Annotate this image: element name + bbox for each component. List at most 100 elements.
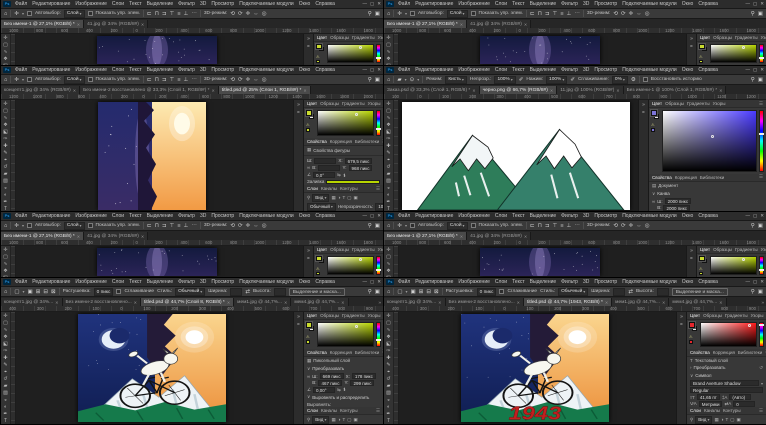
blur-tool-icon[interactable]: ◒ [4,397,7,403]
tab-close-icon[interactable]: ✕ [550,88,553,93]
gamut-warning-icon[interactable]: ⚠ [689,334,693,339]
panel-menu-icon[interactable]: ☰ [376,408,380,414]
color-panel-tab[interactable]: Узоры [751,313,764,318]
gamut-swatch[interactable] [306,340,310,344]
panel-menu-icon[interactable]: ☰ [759,174,763,180]
color-panel-tab[interactable]: Градиенты [352,247,375,252]
hue-slider-marker[interactable] [759,269,764,271]
foreground-color-swatch[interactable] [316,44,322,49]
crop-tool-icon[interactable]: ⬕ [386,275,391,277]
rectangular-marquee-tool-icon[interactable]: ▢ [386,320,391,326]
menu-type[interactable]: Текст [511,213,526,219]
move-tool-icon[interactable]: ✛ [14,77,19,83]
crop-tool-icon[interactable]: ⬕ [3,341,8,347]
align-right-icon[interactable]: ⊐ [162,223,167,229]
gamut-swatch[interactable] [316,272,320,275]
marquee-tool-icon[interactable]: ▢ [14,289,19,295]
window-restore-button[interactable]: ▢ [370,1,374,7]
menu-window[interactable]: Окно [681,1,695,7]
antialias-checkbox[interactable] [499,289,504,294]
filter-pixel-layers-icon[interactable]: ▦ [331,417,335,423]
menu-select[interactable]: Выделение [146,279,175,285]
color-picker-marker[interactable] [359,258,362,261]
menu-filter[interactable]: Фильтр [177,279,196,285]
layers-panel-tab[interactable]: Контуры [340,186,358,191]
menu-layers[interactable]: Слои [494,279,508,285]
pen-tool-icon[interactable]: ✒ [386,199,390,205]
rectangular-marquee-tool-icon[interactable]: ▢ [3,42,8,48]
tab-close-icon[interactable]: ✕ [524,22,527,27]
canvas-area[interactable] [394,34,686,65]
menu-type[interactable]: Текст [511,67,526,73]
gradient-tool-icon[interactable]: ▨ [3,178,8,184]
window-restore-button[interactable]: ▢ [753,213,757,219]
align-center-icon[interactable]: ⊓ [538,11,542,17]
hue-slider-marker[interactable] [376,57,381,59]
foreground-color-swatch[interactable] [306,110,312,116]
document-tab[interactable]: Без имени-1 @ 27,1% (RGB/8) *✕ [1,232,84,240]
color-picker-marker[interactable] [742,46,745,49]
color-panel-tab[interactable]: Образцы [320,313,339,318]
window-close-button[interactable]: ✕ [760,67,764,73]
color-panel-tab[interactable]: Образцы [713,35,732,40]
gradient-tool-icon[interactable]: ▨ [386,390,391,396]
eyedropper-tool-icon[interactable]: ✑ [3,136,7,142]
fill-color-bar[interactable] [326,180,380,184]
filter-pixel-layers-icon[interactable]: ▦ [714,417,718,423]
filter-pixel-layers-icon[interactable]: ▦ [331,195,335,201]
3d-orbit-icon[interactable]: ⟲ [613,223,618,229]
align-middle-icon[interactable]: ≡ [560,11,563,17]
align-center-icon[interactable]: ⊓ [155,223,159,229]
menu-plugins[interactable]: Подключаемые модули [238,279,294,285]
autoselect-checkbox[interactable] [27,77,32,82]
home-icon[interactable]: ⌂ [4,289,7,295]
menu-view[interactable]: Просмотр [210,279,235,285]
workspace-switcher-icon[interactable]: ▣ [758,289,763,295]
menu-3d[interactable]: 3D [582,279,590,285]
width-input[interactable] [230,288,242,296]
pen-tool-icon[interactable]: ✒ [3,411,7,417]
color-picker-marker[interactable] [742,258,745,261]
tab-close-icon[interactable]: ✕ [662,300,665,305]
align-center-icon[interactable]: ⊓ [155,77,159,83]
window-minimize-button[interactable]: — [362,1,367,7]
align-middle-icon[interactable]: ≡ [560,223,563,229]
healing-brush-tool-icon[interactable]: ✚ [386,355,390,361]
window-close-button[interactable]: ✕ [377,213,381,219]
selection-intersect-icon[interactable]: ⊠ [51,289,56,295]
window-restore-button[interactable]: ▢ [753,279,757,285]
comments-icon[interactable]: ❞ [642,111,645,117]
menu-filter[interactable]: Фильтр [177,213,196,219]
color-panel-tab[interactable]: Узоры [368,101,381,106]
menu-filter[interactable]: Фильтр [177,1,196,7]
menu-window[interactable]: Окно [298,213,312,219]
link-dimensions-icon[interactable]: ∞ [307,165,310,170]
tracking-input[interactable]: 0 [733,401,755,407]
tab-close-icon[interactable]: ✕ [460,234,463,239]
feather-input[interactable]: 0 пикс [477,288,497,296]
autoselect-target-select[interactable]: Слой▾ [447,222,468,230]
document-tab[interactable]: мем1.jpg @ 44,7%...✕ [234,298,291,306]
hue-slider-marker[interactable] [759,57,764,59]
menu-filter[interactable]: Фильтр [177,67,196,73]
document-tab[interactable]: концепт1.jpg @ 34%...✕ [1,298,63,306]
menu-file[interactable]: Файл [14,67,28,73]
menu-plugins[interactable]: Подключаемые модули [621,67,677,73]
flip-horizontal-icon[interactable]: ⇋ [337,387,341,393]
selection-subtract-icon[interactable]: ⊟ [426,289,431,295]
eraser-tool-icon[interactable]: ▰ [397,77,401,83]
color-panel-tab[interactable]: Градиенты [342,313,365,318]
menu-filter[interactable]: Фильтр [560,213,579,219]
tab-close-icon[interactable]: ✕ [141,234,144,239]
collapse-panels-icon[interactable]: » [690,36,693,42]
menu-image[interactable]: Изображение [74,1,108,7]
mode-select[interactable]: Кисть▾ [445,76,467,84]
properties-panel-tab[interactable]: Библиотеки [355,139,379,144]
3d-roll-icon[interactable]: ⟳ [238,223,243,229]
menu-plugins[interactable]: Подключаемые модули [238,1,294,7]
menu-3d[interactable]: 3D [199,67,207,73]
color-panel-tab[interactable]: Цвет [317,35,327,40]
lasso-tool-icon[interactable]: ∿ [386,327,390,333]
foreground-color-swatch[interactable] [699,44,705,49]
3d-slide-icon[interactable]: ⇔ [253,11,259,17]
